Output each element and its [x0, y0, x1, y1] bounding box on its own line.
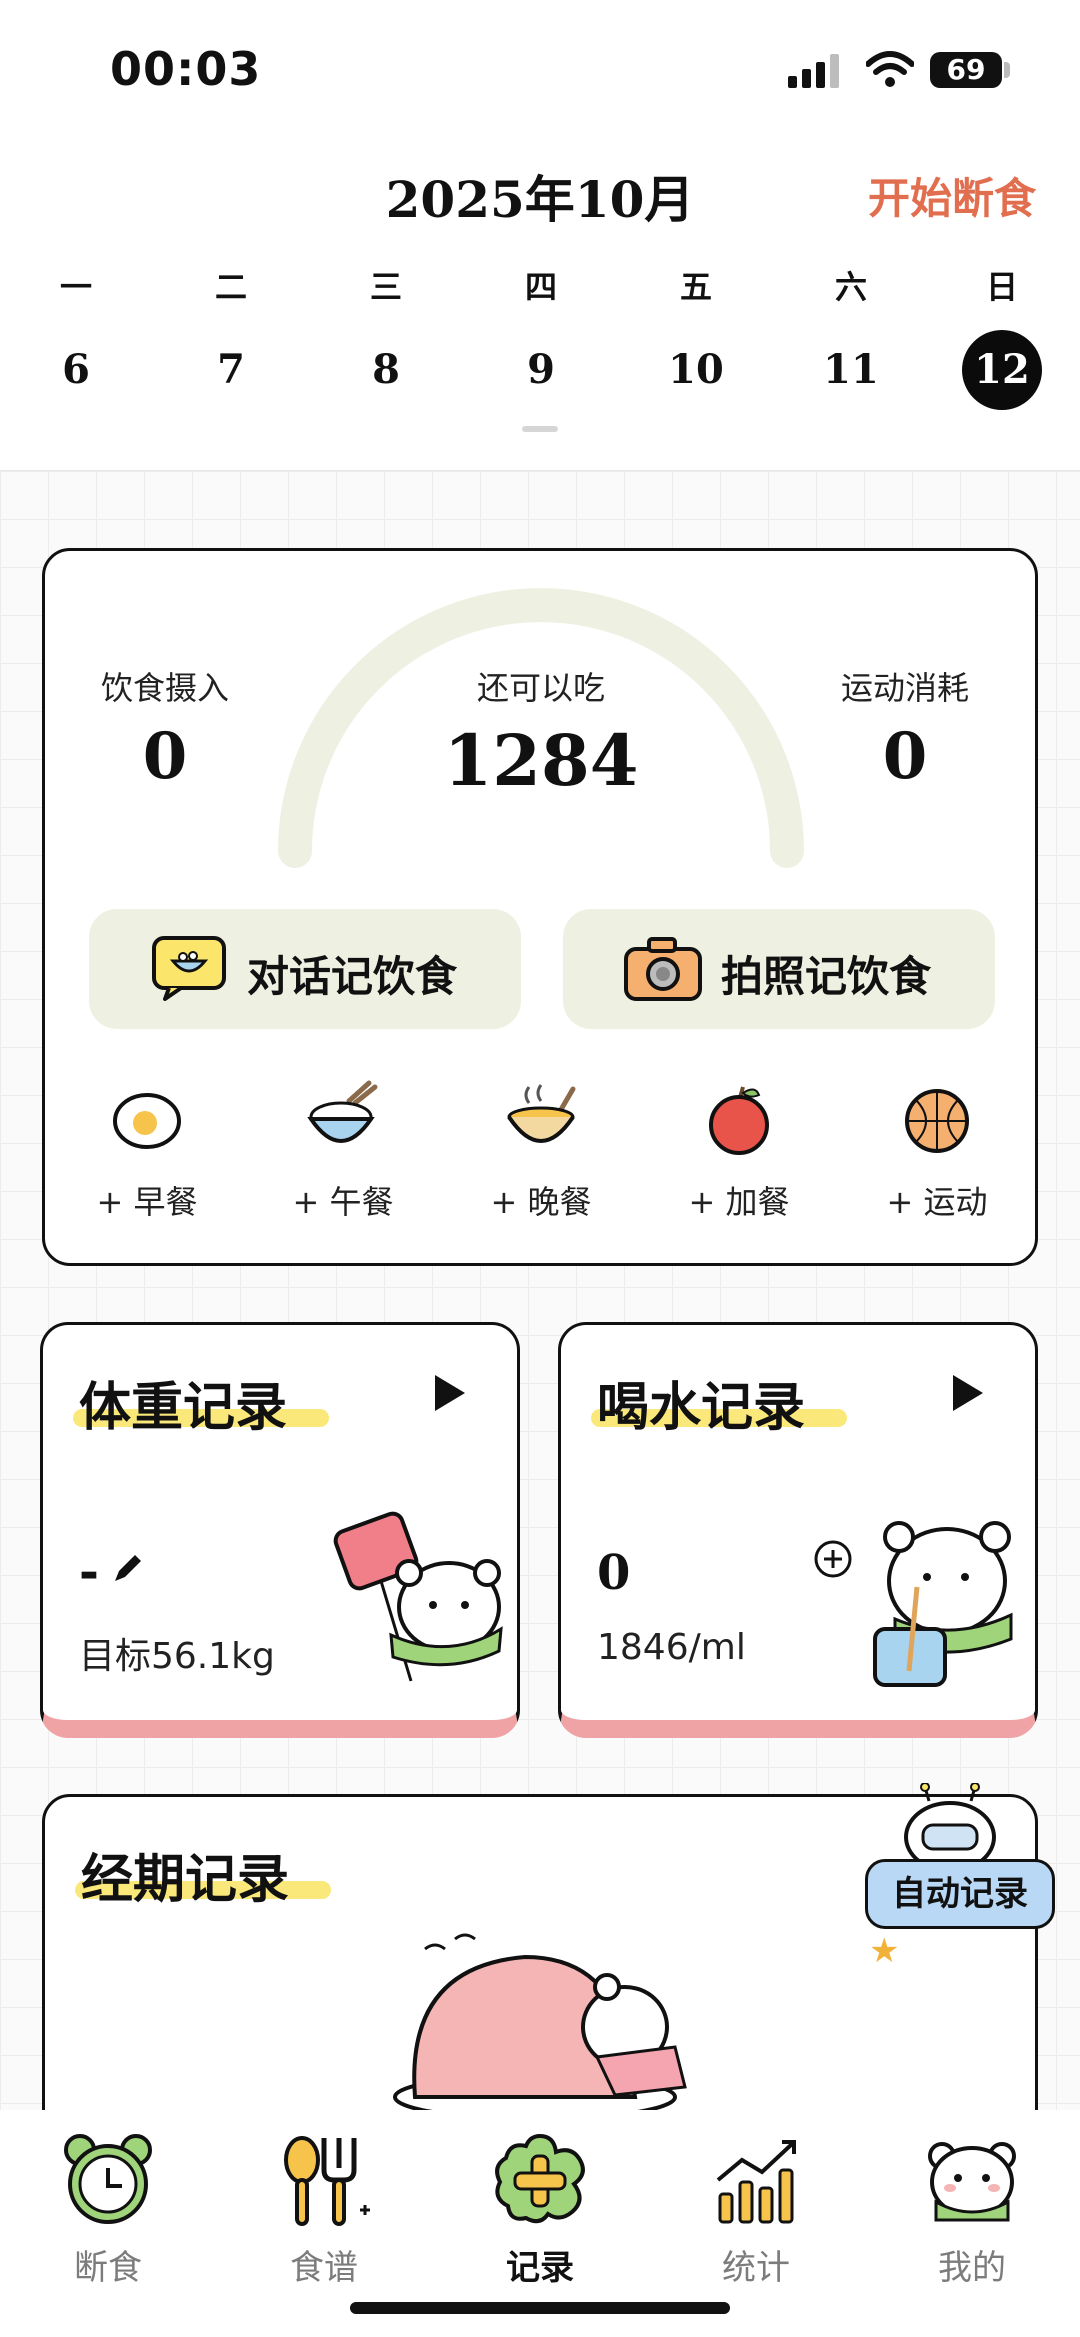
- calendar-day[interactable]: 8: [346, 330, 426, 410]
- calendar-day[interactable]: 10: [656, 330, 736, 410]
- tab-profile[interactable]: 我的: [882, 2130, 1062, 2289]
- star-icon: ★: [869, 1931, 900, 1971]
- weight-goal: 目标56.1kg: [79, 1636, 275, 1677]
- weekday-thu: 四: [524, 268, 557, 306]
- calendar-day-selected[interactable]: 12: [962, 330, 1042, 410]
- intake-value: 0: [142, 719, 188, 794]
- basketball-icon: [897, 1079, 977, 1159]
- meal-label: + 早餐: [96, 1183, 198, 1221]
- fried-egg-icon: [107, 1079, 187, 1159]
- water-goal: 1846/ml: [597, 1627, 746, 1668]
- remaining-label: 还可以吃: [476, 669, 605, 707]
- tab-label: 断食: [74, 2248, 142, 2288]
- weekday-sun: 日: [985, 268, 1018, 306]
- tab-recipes[interactable]: 食谱: [234, 2130, 414, 2289]
- sleeping-bear-illustration: [393, 1933, 687, 2121]
- bear-scale-illustration: [333, 1511, 503, 1682]
- cellular-signal-icon: [788, 54, 839, 88]
- add-water-icon[interactable]: [813, 1539, 853, 1579]
- weight-value: -: [79, 1545, 99, 1601]
- calorie-card: 饮食摄入 0 还可以吃 1284 运动消耗 0 对话记饮食 拍照记饮食 + 早餐: [42, 548, 1038, 1266]
- auto-record-badge[interactable]: 自动记录 ★: [865, 1783, 1055, 1971]
- water-card-title: 喝水记录: [597, 1377, 806, 1438]
- meal-label: + 午餐: [292, 1183, 394, 1221]
- remaining-value: 1284: [443, 719, 639, 802]
- add-dinner-button[interactable]: + 晚餐: [461, 1079, 621, 1223]
- drag-handle[interactable]: [522, 426, 558, 432]
- status-time: 00:03: [110, 42, 262, 96]
- calendar-day[interactable]: 9: [501, 330, 581, 410]
- home-indicator[interactable]: [350, 2302, 730, 2314]
- calendar-day[interactable]: 7: [191, 330, 271, 410]
- bear-profile-icon: [922, 2130, 1022, 2230]
- tab-label: 我的: [938, 2248, 1006, 2288]
- play-arrow-icon[interactable]: [435, 1375, 465, 1411]
- burn-value: 0: [882, 719, 928, 794]
- tab-label: 食谱: [290, 2248, 358, 2288]
- chat-bubble-icon: [152, 936, 226, 1001]
- weekday-wed: 三: [369, 268, 402, 306]
- rice-bowl-icon: [303, 1079, 383, 1159]
- add-exercise-button[interactable]: + 运动: [857, 1079, 1017, 1223]
- soup-bowl-icon: [501, 1079, 581, 1159]
- battery-tip: [1004, 62, 1010, 78]
- water-record-card[interactable]: 喝水记录 0 1846/ml: [558, 1322, 1038, 1738]
- auto-record-label: 自动记录: [865, 1859, 1055, 1929]
- chat-record-button[interactable]: 对话记饮食: [89, 909, 521, 1029]
- chat-record-label: 对话记饮食: [247, 952, 458, 1001]
- play-arrow-icon[interactable]: [953, 1375, 983, 1411]
- weekday-tue: 二: [214, 268, 247, 306]
- status-bar: 00:03 69: [0, 0, 1080, 140]
- tab-label: 记录: [506, 2248, 574, 2288]
- weekday-mon: 一: [59, 268, 92, 306]
- apple-icon: [699, 1079, 779, 1159]
- meal-label: + 晚餐: [490, 1183, 592, 1221]
- add-breakfast-button[interactable]: + 早餐: [67, 1079, 227, 1223]
- bar-chart-icon: [706, 2130, 806, 2230]
- add-lunch-button[interactable]: + 午餐: [263, 1079, 423, 1223]
- utensils-icon: [274, 2130, 374, 2230]
- calendar-day[interactable]: 6: [36, 330, 116, 410]
- tab-record[interactable]: 记录: [450, 2130, 630, 2289]
- start-fasting-button[interactable]: 开始断食: [868, 165, 1036, 226]
- camera-icon: [624, 937, 702, 1001]
- meal-label: + 加餐: [688, 1183, 790, 1221]
- period-card-title: 经期记录: [81, 1849, 290, 1910]
- battery-level: 69: [930, 52, 1002, 88]
- weight-record-card[interactable]: 体重记录 - 目标56.1kg: [40, 1322, 520, 1738]
- calendar-day[interactable]: 11: [811, 330, 891, 410]
- pencil-icon[interactable]: [109, 1551, 145, 1587]
- tab-fasting[interactable]: 断食: [18, 2130, 198, 2289]
- photo-record-label: 拍照记饮食: [721, 952, 932, 1001]
- tab-statistics[interactable]: 统计: [666, 2130, 846, 2289]
- weekday-fri: 五: [679, 268, 712, 306]
- weekday-sat: 六: [834, 268, 867, 306]
- water-value: 0: [597, 1545, 631, 1601]
- tab-label: 统计: [722, 2248, 790, 2288]
- wifi-icon: [866, 51, 914, 87]
- burn-label: 运动消耗: [840, 669, 969, 707]
- weight-card-title: 体重记录: [79, 1377, 288, 1438]
- add-snack-button[interactable]: + 加餐: [659, 1079, 819, 1223]
- intake-label: 饮食摄入: [100, 669, 229, 707]
- add-record-icon: [490, 2130, 590, 2230]
- alarm-clock-icon: [58, 2130, 158, 2230]
- meal-label: + 运动: [886, 1183, 988, 1221]
- photo-record-button[interactable]: 拍照记饮食: [563, 909, 995, 1029]
- bear-drinking-illustration: [873, 1521, 1013, 1687]
